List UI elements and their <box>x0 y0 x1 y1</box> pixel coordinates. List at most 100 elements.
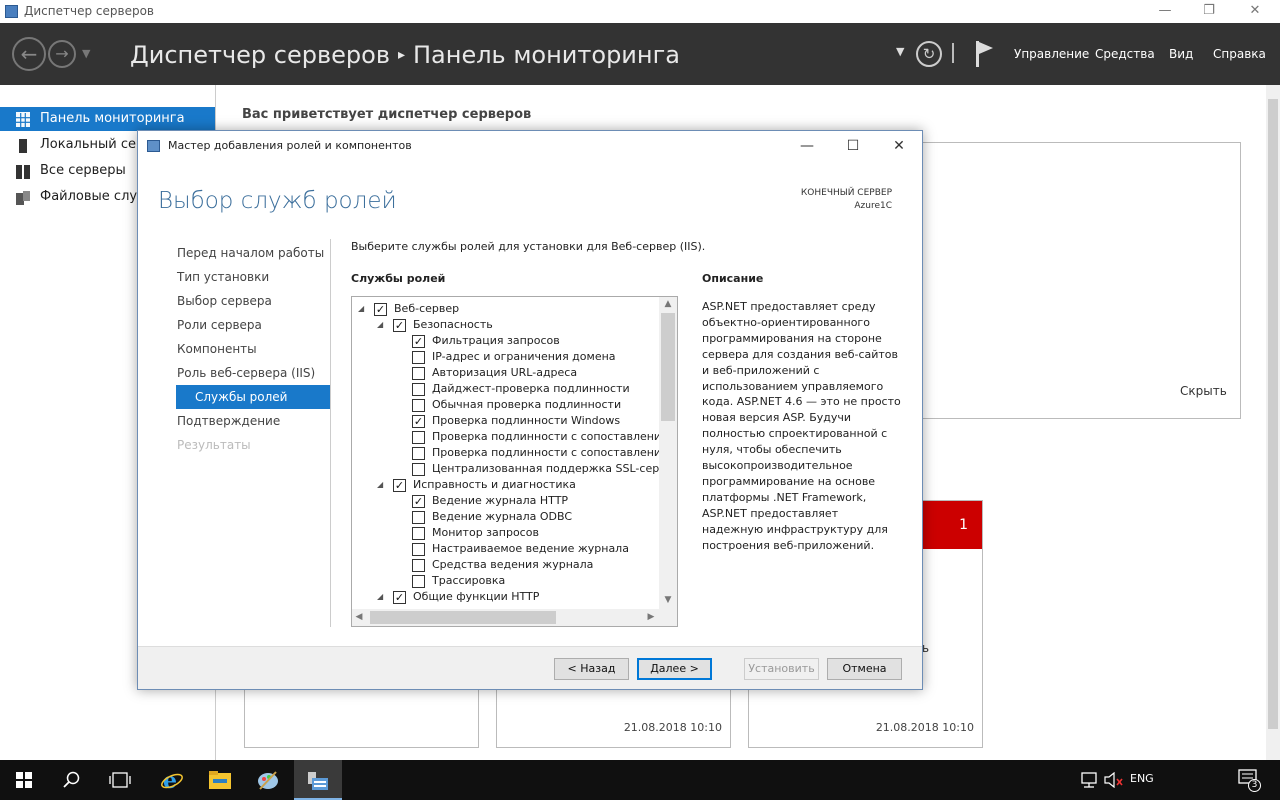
taskbar-app[interactable] <box>244 760 292 800</box>
dialog-maximize-button[interactable]: ☐ <box>838 135 868 157</box>
tree-item[interactable]: ✓ Проверка подлинности Windows <box>352 413 657 429</box>
sidebar-item-dashboard[interactable]: Панель мониторинга <box>0 107 215 131</box>
nav-history-dropdown-icon[interactable]: ▼ <box>82 47 90 60</box>
dialog-footer: < Назад Далее > Установить Отмена <box>138 646 922 689</box>
back-button[interactable]: < Назад <box>554 658 629 680</box>
scroll-left-icon[interactable]: ◀ <box>352 609 366 626</box>
header-dropdown-icon[interactable]: ▼ <box>896 45 904 58</box>
tree-item-checkbox[interactable]: ✓ <box>393 319 406 332</box>
tree-item-checkbox[interactable] <box>412 543 425 556</box>
tree-item[interactable]: Централизованная поддержка SSL-сертифика… <box>352 461 677 477</box>
menu-tools[interactable]: Средства <box>1095 47 1155 61</box>
tree-item[interactable]: Настраиваемое ведение журнала <box>352 541 657 557</box>
tree-item-checkbox[interactable] <box>412 559 425 572</box>
scroll-right-icon[interactable]: ▶ <box>644 609 658 626</box>
menu-help[interactable]: Справка <box>1213 47 1266 61</box>
tree-item[interactable]: Проверка подлинности с сопоставлением се… <box>352 429 677 445</box>
tree-item-checkbox[interactable] <box>412 383 425 396</box>
step-installation-type[interactable]: Тип установки <box>176 265 330 289</box>
step-role-services[interactable]: Службы ролей <box>176 385 330 409</box>
expand-triangle-icon[interactable]: ◢ <box>377 589 387 605</box>
search-icon <box>63 771 80 788</box>
menu-manage[interactable]: Управление <box>1014 47 1089 61</box>
tree-item[interactable]: ✓ Ведение журнала HTTP <box>352 493 657 509</box>
tree-item[interactable]: ◢ ✓ Исправность и диагностика <box>352 477 657 493</box>
refresh-icon[interactable]: ↻ <box>916 41 942 67</box>
start-button[interactable] <box>0 760 48 800</box>
tree-item-checkbox[interactable] <box>412 447 425 460</box>
back-arrow-icon[interactable]: ← <box>12 37 46 71</box>
taskbar-server-manager[interactable] <box>294 760 342 800</box>
tree-item[interactable]: ◢ ✓ Веб-сервер <box>352 301 657 317</box>
search-button[interactable] <box>48 760 96 800</box>
breadcrumb-app[interactable]: Диспетчер серверов <box>130 41 390 69</box>
notifications-flag-icon[interactable] <box>975 41 995 67</box>
dialog-close-button[interactable]: ✕ <box>884 135 914 157</box>
step-confirmation[interactable]: Подтверждение <box>176 409 330 433</box>
tree-item-checkbox[interactable] <box>412 575 425 588</box>
close-button[interactable]: ✕ <box>1232 0 1278 23</box>
scroll-up-icon[interactable]: ▲ <box>659 297 677 311</box>
tree-item-checkbox[interactable] <box>412 351 425 364</box>
forward-arrow-icon[interactable]: → <box>48 40 76 68</box>
wizard-icon <box>147 140 160 152</box>
breadcrumb-page: Панель мониторинга <box>413 41 680 69</box>
tree-item-checkbox[interactable] <box>412 367 425 380</box>
tree-item[interactable]: ◢ ✓ Общие функции HTTP <box>352 589 657 605</box>
dialog-minimize-button[interactable]: — <box>792 135 822 157</box>
tree-item-checkbox[interactable]: ✓ <box>412 335 425 348</box>
task-view-button[interactable] <box>96 760 144 800</box>
next-button[interactable]: Далее > <box>637 658 712 680</box>
tree-item-checkbox[interactable]: ✓ <box>412 495 425 508</box>
tree-item[interactable]: Обычная проверка подлинности <box>352 397 657 413</box>
tree-item[interactable]: Монитор запросов <box>352 525 657 541</box>
tree-vertical-scrollbar[interactable]: ▲ ▼ <box>659 297 677 609</box>
hide-link[interactable]: Скрыть <box>1180 384 1227 398</box>
tree-item-checkbox[interactable]: ✓ <box>393 591 406 604</box>
tree-item[interactable]: ✓ Фильтрация запросов <box>352 333 657 349</box>
tree-item-checkbox[interactable]: ✓ <box>393 479 406 492</box>
expand-triangle-icon[interactable]: ◢ <box>377 317 387 333</box>
expand-triangle-icon[interactable]: ◢ <box>358 301 368 317</box>
menu-view[interactable]: Вид <box>1169 47 1193 61</box>
tree-item[interactable]: Проверка подлинности с сопоставлением се… <box>352 445 677 461</box>
tree-item[interactable]: ◢ ✓ Безопасность <box>352 317 657 333</box>
steps-divider <box>330 239 331 627</box>
expand-triangle-icon[interactable]: ◢ <box>377 477 387 493</box>
tree-horizontal-scrollbar[interactable]: ◀ ▶ <box>352 609 659 626</box>
step-web-server-role[interactable]: Роль веб-сервера (IIS) <box>176 361 330 385</box>
main-scrollbar[interactable] <box>1266 85 1280 760</box>
tree-item-checkbox[interactable]: ✓ <box>374 303 387 316</box>
tree-item-checkbox[interactable] <box>412 527 425 540</box>
maximize-button[interactable]: ❐ <box>1186 0 1232 23</box>
scroll-thumb[interactable] <box>370 611 556 624</box>
scroll-thumb[interactable] <box>661 313 675 421</box>
tree-item[interactable]: Дайджест-проверка подлинности <box>352 381 657 397</box>
taskbar-ie[interactable]: e <box>148 760 196 800</box>
tree-item[interactable]: IP-адрес и ограничения домена <box>352 349 657 365</box>
tree-item-checkbox[interactable] <box>412 399 425 412</box>
step-server-selection[interactable]: Выбор сервера <box>176 289 330 313</box>
step-features[interactable]: Компоненты <box>176 337 330 361</box>
language-indicator[interactable]: ENG <box>1130 772 1154 785</box>
network-icon[interactable] <box>1081 772 1099 788</box>
step-server-roles[interactable]: Роли сервера <box>176 313 330 337</box>
tree-item[interactable]: Трассировка <box>352 573 657 589</box>
step-results: Результаты <box>177 438 251 452</box>
minimize-button[interactable]: — <box>1142 0 1188 23</box>
tree-item-checkbox[interactable] <box>412 511 425 524</box>
taskbar-explorer[interactable] <box>196 760 244 800</box>
tree-item-label: Безопасность <box>413 318 493 331</box>
tree-item[interactable]: Средства ведения журнала <box>352 557 657 573</box>
action-center-button[interactable]: 3 <box>1238 769 1262 792</box>
tree-item-checkbox[interactable]: ✓ <box>412 415 425 428</box>
tree-item-checkbox[interactable] <box>412 463 425 476</box>
scroll-down-icon[interactable]: ▼ <box>659 593 677 607</box>
volume-muted-icon[interactable] <box>1104 772 1124 788</box>
tree-item[interactable]: Ведение журнала ODBC <box>352 509 657 525</box>
cancel-button[interactable]: Отмена <box>827 658 902 680</box>
paint-app-icon <box>258 771 278 790</box>
tree-item-checkbox[interactable] <box>412 431 425 444</box>
step-before-you-begin[interactable]: Перед началом работы <box>176 241 330 265</box>
tree-item[interactable]: Авторизация URL-адреса <box>352 365 657 381</box>
